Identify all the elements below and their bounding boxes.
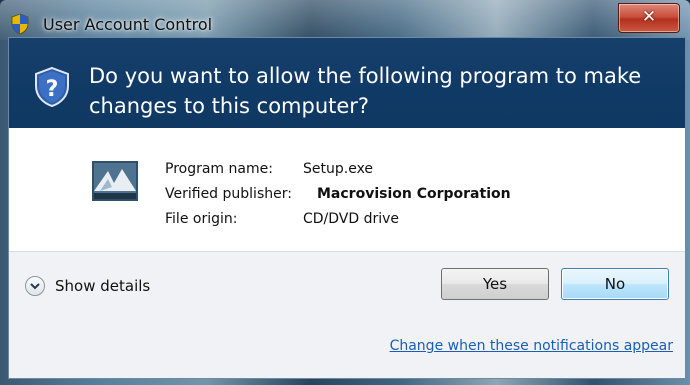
prompt-question: Do you want to allow the following progr… <box>89 64 642 118</box>
uac-shield-icon: ? <box>35 66 69 108</box>
window-title: User Account Control <box>43 15 213 34</box>
dialog-content: ? Do you want to allow the following pro… <box>8 37 686 379</box>
close-icon: ✕ <box>641 7 657 27</box>
file-origin-value: CD/DVD drive <box>303 211 400 227</box>
show-details-label: Show details <box>55 277 151 295</box>
change-notifications-link[interactable]: Change when these notifications appear <box>390 338 673 354</box>
no-button[interactable]: No <box>561 268 669 300</box>
chevron-down-icon <box>25 276 45 296</box>
program-info: Program name: Setup.exe Verified publish… <box>9 128 685 248</box>
svg-text:?: ? <box>46 77 59 102</box>
setup-program-icon <box>92 161 138 201</box>
program-name-label: Program name: <box>165 161 273 177</box>
dialog-header: ? Do you want to allow the following pro… <box>9 38 685 128</box>
yes-button[interactable]: Yes <box>441 268 549 300</box>
publisher-value: Macrovision Corporation <box>317 186 511 202</box>
file-origin-label: File origin: <box>165 211 238 227</box>
uac-shield-icon <box>11 13 29 35</box>
program-name-value: Setup.exe <box>303 161 374 177</box>
publisher-label: Verified publisher: <box>165 186 292 202</box>
close-button[interactable]: ✕ <box>618 3 680 33</box>
dialog-footer: Show details Yes No Change when these no… <box>9 252 685 378</box>
